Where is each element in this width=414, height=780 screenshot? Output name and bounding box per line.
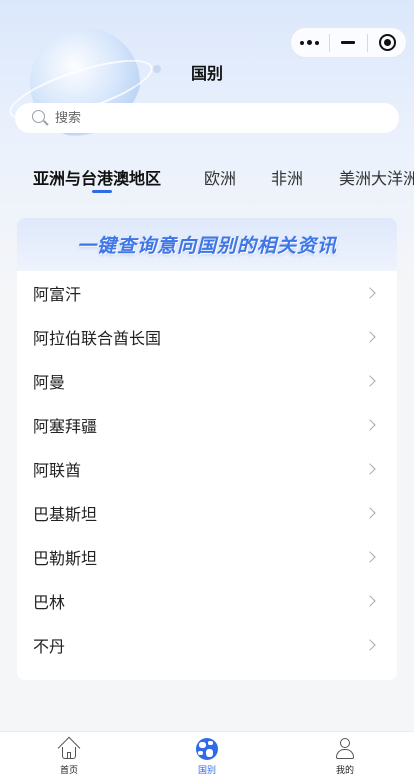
tabbar-label-mine: 我的 xyxy=(335,766,354,776)
country-item[interactable]: 阿富汗 xyxy=(17,271,397,315)
country-item[interactable]: 阿拉伯联合酋长国 xyxy=(17,315,397,359)
country-list: 阿富汗 阿拉伯联合酋长国 阿曼 阿塞拜疆 阿联酋 巴基斯坦 巴勒斯坦 巴林 不丹 xyxy=(17,271,397,667)
active-tab-indicator xyxy=(92,190,112,193)
tab-europe[interactable]: 欧洲 xyxy=(204,165,236,189)
tabbar-item-home[interactable]: 首页 xyxy=(29,736,109,776)
chevron-right-icon xyxy=(364,551,376,563)
tabbar-label-home: 首页 xyxy=(59,766,78,776)
country-name: 阿拉伯联合酋长国 xyxy=(33,329,162,348)
close-target-icon xyxy=(378,34,396,51)
country-item[interactable]: 巴基斯坦 xyxy=(17,491,397,535)
chevron-right-icon xyxy=(364,507,376,519)
more-dot-icon xyxy=(315,40,320,45)
banner-text: 一键查询意向国别的相关资讯 xyxy=(76,235,337,257)
search-input[interactable] xyxy=(55,110,355,126)
country-item[interactable]: 阿塞拜疆 xyxy=(17,403,397,447)
country-name: 阿联酋 xyxy=(33,461,82,480)
chevron-right-icon xyxy=(364,463,376,475)
country-item[interactable]: 阿曼 xyxy=(17,359,397,403)
globe-icon xyxy=(196,738,218,760)
country-name: 巴勒斯坦 xyxy=(33,549,98,568)
page-title: 国别 xyxy=(190,64,223,83)
country-name: 巴基斯坦 xyxy=(33,505,98,524)
chevron-right-icon xyxy=(364,419,376,431)
tab-americas-oceania[interactable]: 美洲大洋洲 xyxy=(339,165,414,189)
chevron-right-icon xyxy=(364,331,376,343)
promo-banner: 一键查询意向国别的相关资讯 xyxy=(17,218,397,271)
minimize-icon xyxy=(341,41,356,44)
chevron-right-icon xyxy=(364,595,376,607)
country-item[interactable]: 巴林 xyxy=(17,579,397,623)
close-button[interactable] xyxy=(368,28,406,57)
tabbar-label-countries: 国别 xyxy=(197,766,216,776)
user-icon xyxy=(334,738,356,760)
country-name: 巴林 xyxy=(33,593,66,612)
region-tabs: 亚洲与台港澳地区 欧洲 非洲 美洲大洋洲 xyxy=(0,160,414,196)
search-bar[interactable] xyxy=(15,103,399,133)
tab-asia[interactable]: 亚洲与台港澳地区 xyxy=(33,165,161,189)
more-dot-icon xyxy=(307,40,313,45)
country-item[interactable]: 阿联酋 xyxy=(17,447,397,491)
more-menu-button[interactable] xyxy=(291,28,329,57)
country-name: 阿富汗 xyxy=(33,285,82,304)
country-name: 不丹 xyxy=(33,637,66,656)
minimize-button[interactable] xyxy=(330,28,368,57)
country-name: 阿塞拜疆 xyxy=(33,417,98,436)
chevron-right-icon xyxy=(364,287,376,299)
chevron-right-icon xyxy=(364,639,376,651)
tab-africa[interactable]: 非洲 xyxy=(271,165,303,189)
tabbar-item-countries[interactable]: 国别 xyxy=(167,738,247,776)
bottom-tab-bar: 首页 国别 我的 xyxy=(0,731,414,780)
search-icon xyxy=(31,109,49,127)
country-item[interactable]: 巴勒斯坦 xyxy=(17,535,397,579)
tabbar-item-mine[interactable]: 我的 xyxy=(305,738,385,776)
home-icon xyxy=(57,736,81,760)
chevron-right-icon xyxy=(364,375,376,387)
country-list-card: 一键查询意向国别的相关资讯 阿富汗 阿拉伯联合酋长国 阿曼 阿塞拜疆 阿联酋 巴… xyxy=(17,218,397,680)
country-item[interactable]: 不丹 xyxy=(17,623,397,667)
mini-program-capsule xyxy=(290,27,407,58)
more-dot-icon xyxy=(300,40,305,45)
country-name: 阿曼 xyxy=(33,373,66,392)
